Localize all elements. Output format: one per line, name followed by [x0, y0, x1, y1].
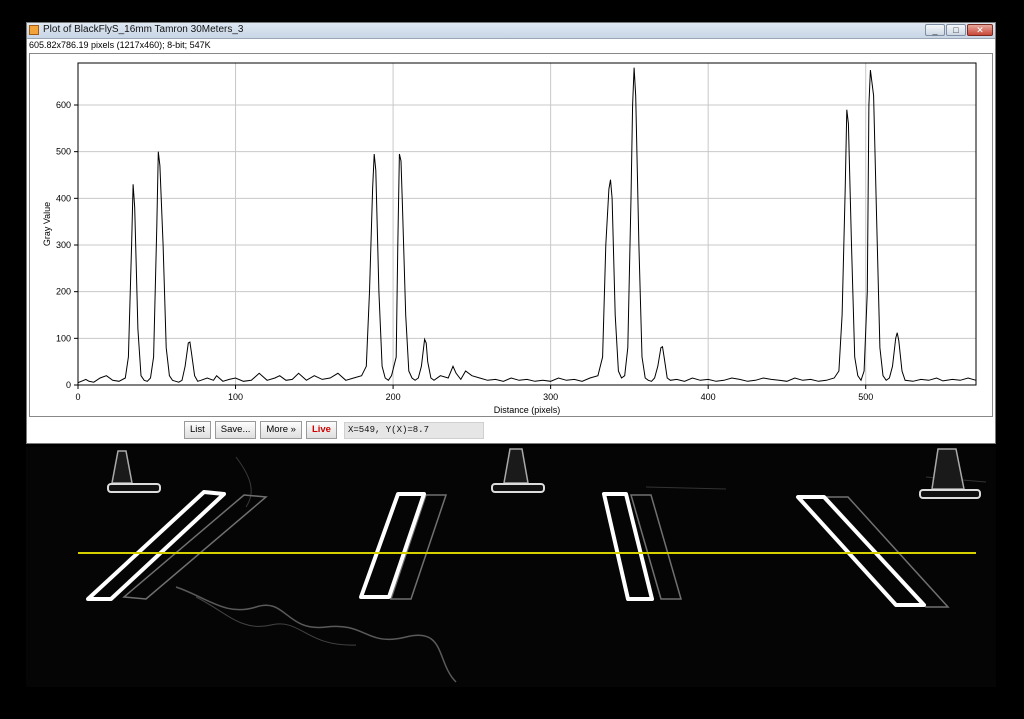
image-window[interactable]	[26, 447, 996, 687]
x-tick-label: 300	[543, 392, 558, 402]
image-info: 605.82x786.19 pixels (1217x460); 8-bit; …	[29, 40, 211, 50]
plot-toolbar: List Save... More » Live X=549, Y(X)=8.7	[184, 421, 484, 439]
save-button[interactable]: Save...	[214, 421, 257, 439]
minimize-button[interactable]: _	[925, 24, 945, 36]
y-tick-label: 300	[56, 240, 71, 250]
edge-image	[78, 448, 987, 683]
y-tick-label: 0	[66, 380, 71, 390]
traffic-cone	[107, 450, 161, 493]
plot-window: Plot of BlackFlyS_16mm Tamron 30Meters_3…	[26, 22, 996, 444]
x-tick-label: 400	[701, 392, 716, 402]
y-tick-label: 400	[56, 193, 71, 203]
y-tick-label: 100	[56, 333, 71, 343]
x-tick-label: 500	[858, 392, 873, 402]
parking-line-ghost	[122, 494, 950, 608]
traffic-cone	[919, 448, 981, 499]
live-button[interactable]: Live	[305, 421, 337, 439]
x-tick-label: 100	[228, 392, 243, 402]
app-icon	[29, 25, 39, 35]
title-bar[interactable]: Plot of BlackFlyS_16mm Tamron 30Meters_3…	[27, 23, 995, 39]
x-axis-label: Distance (pixels)	[494, 405, 561, 415]
y-tick-label: 600	[56, 100, 71, 110]
y-tick-label: 500	[56, 147, 71, 157]
y-axis-label: Gray Value	[42, 202, 52, 246]
window-controls: _ □ ✕	[925, 24, 993, 36]
window-title: Plot of BlackFlyS_16mm Tamron 30Meters_3	[43, 24, 244, 35]
y-tick-label: 200	[56, 287, 71, 297]
coordinate-readout: X=549, Y(X)=8.7	[343, 421, 484, 439]
edge-noise	[195, 596, 357, 646]
close-button[interactable]: ✕	[967, 24, 993, 36]
parking-line	[86, 490, 926, 607]
profile-series-line	[77, 67, 977, 384]
edge-noise	[175, 586, 457, 683]
plot-canvas: 0 100 200 300 400 500 0 100 200 300 400 500 600 Dista…	[42, 62, 977, 415]
x-tick-label: 200	[386, 392, 401, 402]
list-button[interactable]: List	[184, 421, 211, 439]
maximize-button[interactable]: □	[946, 24, 966, 36]
profile-plot[interactable]: 0 100 200 300 400 500 0 100 200 300 400 500 600 Dista…	[29, 53, 993, 417]
more-button[interactable]: More »	[260, 421, 302, 439]
x-tick-label: 0	[75, 392, 80, 402]
traffic-cone	[491, 448, 545, 493]
